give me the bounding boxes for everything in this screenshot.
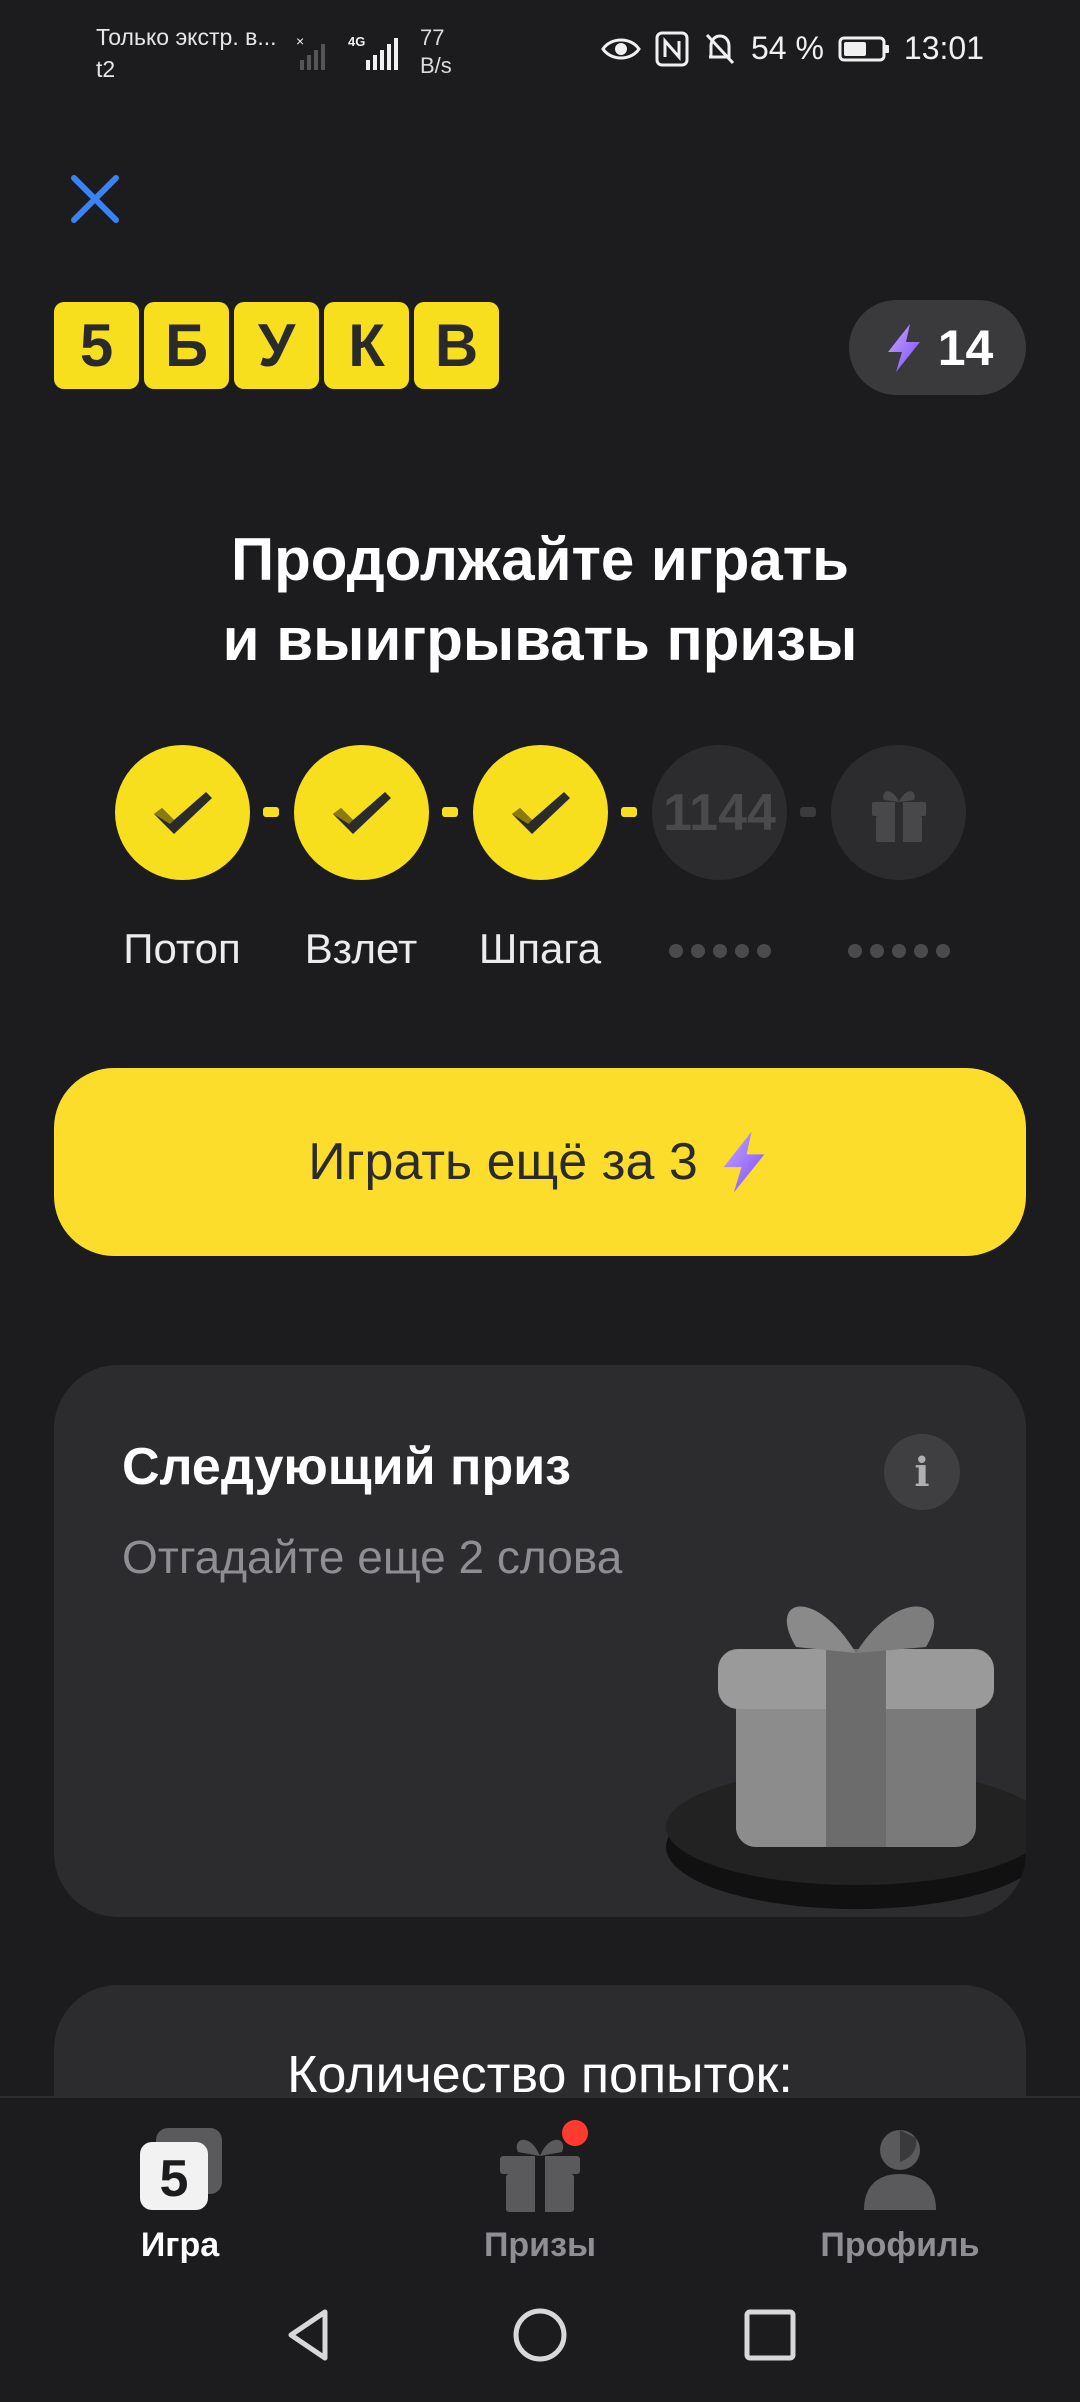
clock-time: 13:01 [903, 30, 984, 66]
step-3-completed [473, 745, 608, 880]
logo-tile: Б [144, 302, 229, 389]
gift-icon [871, 790, 926, 842]
recents-square-icon [744, 2309, 796, 2361]
step-label: Шпага [478, 925, 602, 972]
system-recents-button[interactable] [735, 2300, 805, 2370]
step-label: Взлет [304, 925, 418, 972]
nav-label: Игра [140, 2226, 220, 2264]
play-again-button[interactable]: Играть ещё за 3 [54, 1068, 1026, 1256]
signal-icon: × 4G [296, 30, 416, 79]
next-prize-subtitle: Отгадайте еще 2 слова [122, 1531, 623, 1583]
prizes-icon [490, 2118, 590, 2218]
progress-connector [621, 807, 637, 817]
logo-tile: К [324, 302, 409, 389]
game-icon: 5 [130, 2118, 230, 2218]
energy-count: 14 [937, 319, 994, 376]
network-speed: 77 B/s [420, 24, 452, 80]
notification-badge [562, 2120, 588, 2146]
close-button[interactable] [62, 166, 128, 232]
back-triangle-icon [288, 2309, 328, 2361]
home-circle-icon [513, 2308, 567, 2362]
network-type: 4G [348, 34, 365, 49]
svg-text:×: × [296, 33, 304, 49]
title-line-1: Продолжайте играть [230, 526, 850, 593]
step-label: Потоп [123, 925, 241, 972]
title-line-2: и выигрывать призы [222, 606, 858, 673]
next-prize-card: Следующий приз Отгадайте еще 2 слова i [54, 1365, 1026, 1917]
eye-icon [601, 38, 641, 59]
battery-icon [838, 36, 889, 61]
info-button[interactable]: i [884, 1434, 960, 1510]
nfc-icon [655, 31, 689, 66]
lightning-icon [723, 1131, 765, 1193]
next-prize-title: Следующий приз [122, 1438, 572, 1496]
close-icon [71, 175, 119, 223]
speed-unit: B/s [420, 53, 452, 78]
logo-tile: 5 [54, 302, 139, 389]
page-title: Продолжайте играть и выигрывать призы [0, 520, 1080, 680]
system-home-button[interactable] [505, 2300, 575, 2370]
logo-tile: У [234, 302, 319, 389]
progress-connector [442, 807, 458, 817]
step-5-prize [831, 745, 966, 880]
status-right: 54 % 13:01 [601, 30, 984, 67]
checkmark-icon [511, 791, 570, 834]
info-icon: i [914, 1448, 930, 1496]
nav-label: Профиль [820, 2226, 980, 2264]
step-4-locked: 1144 [652, 745, 787, 880]
hidden-word-dots [831, 944, 966, 958]
play-again-label: Играть ещё за 3 [308, 1133, 698, 1191]
nav-item-profile[interactable]: Профиль [750, 2118, 1050, 2265]
logo-tile: В [414, 302, 499, 389]
nav-item-prizes[interactable]: Призы [390, 2118, 690, 2265]
step-2-completed [294, 745, 429, 880]
speed-value: 77 [420, 25, 445, 50]
checkmark-icon [153, 791, 212, 834]
nav-item-game[interactable]: 5 Игра [30, 2118, 330, 2265]
status-operator: t2 [96, 56, 116, 82]
step-1-completed [115, 745, 250, 880]
svg-text:5: 5 [160, 2150, 189, 2208]
progress-connector [800, 807, 816, 817]
system-back-button[interactable] [275, 2300, 345, 2370]
app-logo: 5 Б У К В [54, 302, 499, 389]
status-carrier-text: Только экстр. в... [96, 24, 277, 50]
bell-off-icon [705, 33, 735, 64]
profile-icon [850, 2118, 950, 2218]
lightning-icon [887, 323, 920, 372]
energy-balance[interactable]: 14 [849, 300, 1026, 395]
checkmark-icon [332, 791, 391, 834]
nav-label: Призы [483, 2226, 597, 2264]
battery-percent: 54 % [750, 30, 824, 66]
gift-box-icon [666, 1606, 1026, 1909]
hidden-word-dots [652, 944, 787, 958]
progress-connector [263, 807, 279, 817]
